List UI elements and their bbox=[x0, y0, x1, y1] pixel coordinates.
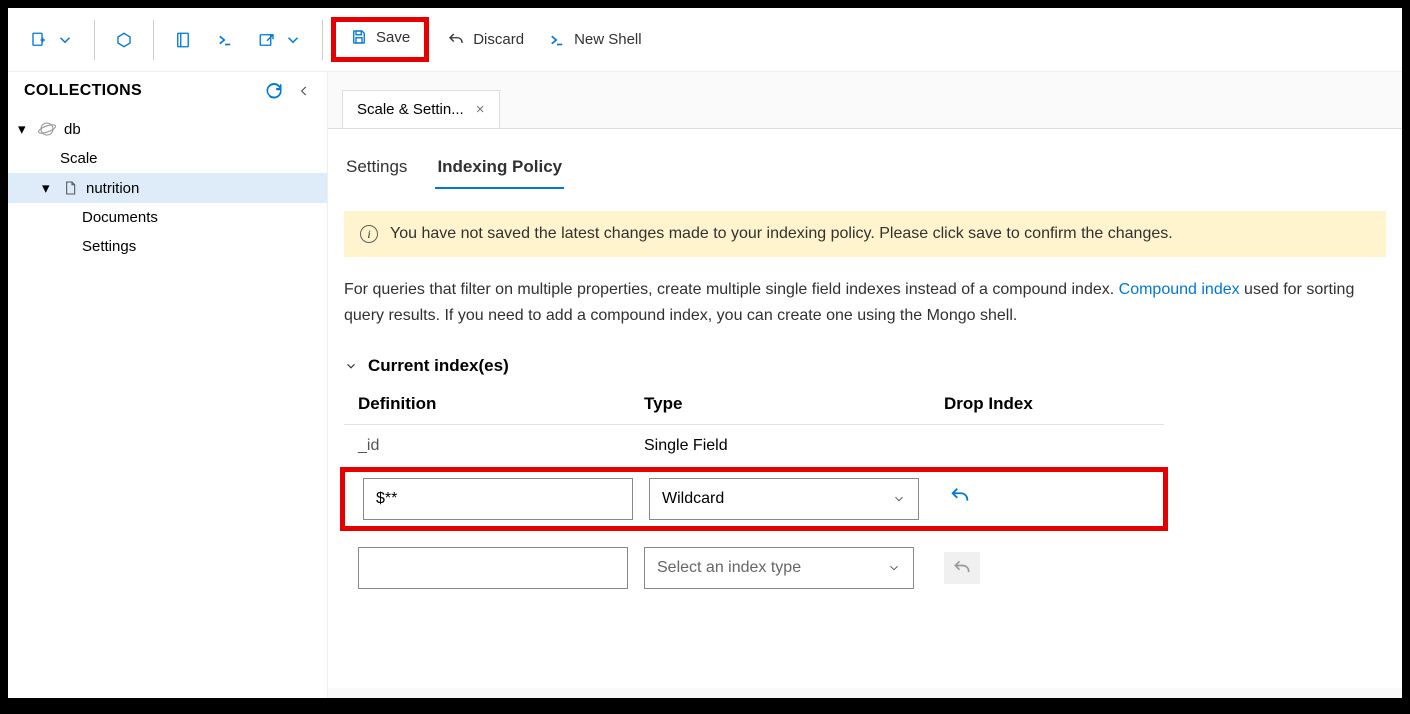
type-select-placeholder: Select an index type bbox=[657, 559, 801, 577]
tab-label: Scale & Settin... bbox=[357, 101, 464, 118]
header-drop: Drop Index bbox=[944, 394, 1164, 414]
chevron-down-icon bbox=[56, 31, 74, 49]
cell-type: Single Field bbox=[644, 437, 944, 455]
sidebar-title: COLLECTIONS bbox=[24, 82, 142, 100]
drop-index-button[interactable] bbox=[949, 490, 971, 512]
tree-scale-row[interactable]: Scale bbox=[8, 144, 327, 173]
index-table: Definition Type Drop Index _id Single Fi… bbox=[344, 394, 1164, 601]
cell-definition: _id bbox=[344, 437, 644, 455]
toolbar: Save Discard New Shell bbox=[8, 8, 1402, 72]
tree-collection-row[interactable]: ▾ nutrition bbox=[8, 173, 327, 203]
collection-icon bbox=[62, 180, 78, 196]
sidebar: COLLECTIONS ▾ db Scale ▾ nutr bbox=[8, 72, 328, 698]
save-label: Save bbox=[376, 29, 410, 46]
tree-db-label: db bbox=[64, 121, 81, 138]
open-icon bbox=[258, 31, 276, 49]
discard-button[interactable]: Discard bbox=[435, 23, 536, 57]
tree-settings-row[interactable]: Settings bbox=[8, 232, 327, 261]
new-item-dropdown[interactable] bbox=[18, 23, 86, 57]
chevron-down-icon bbox=[892, 492, 906, 506]
chevron-down-icon bbox=[887, 561, 901, 575]
open-dropdown[interactable] bbox=[246, 23, 314, 57]
section-title: Current index(es) bbox=[368, 356, 509, 376]
info-icon: i bbox=[360, 225, 378, 243]
shell-button[interactable] bbox=[204, 23, 246, 57]
new-shell-button[interactable]: New Shell bbox=[536, 23, 654, 57]
undo-icon bbox=[949, 485, 971, 507]
tree-scale-label: Scale bbox=[60, 150, 98, 167]
tree-documents-label: Documents bbox=[82, 209, 158, 226]
notebook-icon bbox=[174, 31, 192, 49]
banner-text: You have not saved the latest changes ma… bbox=[390, 225, 1173, 243]
type-select[interactable]: Wildcard bbox=[649, 478, 919, 520]
description-paragraph: For queries that filter on multiple prop… bbox=[344, 277, 1386, 328]
main-panel: Scale & Settin... × Settings Indexing Po… bbox=[328, 72, 1402, 698]
tab-close-button[interactable]: × bbox=[476, 101, 485, 118]
save-button[interactable]: Save bbox=[350, 28, 410, 46]
new-item-icon bbox=[30, 31, 48, 49]
drop-index-button-disabled bbox=[944, 552, 980, 584]
save-icon bbox=[350, 28, 368, 46]
separator bbox=[153, 20, 154, 60]
tree-documents-row[interactable]: Documents bbox=[8, 203, 327, 232]
unsaved-changes-banner: i You have not saved the latest changes … bbox=[344, 211, 1386, 257]
table-header: Definition Type Drop Index bbox=[344, 394, 1164, 425]
table-row: Select an index type bbox=[344, 531, 1164, 601]
type-select-value: Wildcard bbox=[662, 490, 724, 508]
definition-input[interactable] bbox=[358, 547, 628, 589]
tree-db-row[interactable]: ▾ db bbox=[8, 114, 327, 144]
type-select[interactable]: Select an index type bbox=[644, 547, 914, 589]
prompt-icon bbox=[548, 31, 566, 49]
notebook-button[interactable] bbox=[162, 23, 204, 57]
tree: ▾ db Scale ▾ nutrition Documents Setting… bbox=[8, 110, 327, 265]
collapse-icon[interactable] bbox=[297, 82, 311, 100]
undo-icon bbox=[447, 31, 465, 49]
description-prefix: For queries that filter on multiple prop… bbox=[344, 281, 1119, 298]
chevron-down-icon bbox=[344, 359, 358, 373]
separator bbox=[94, 20, 95, 60]
save-highlight-box: Save bbox=[331, 17, 429, 62]
refresh-icon[interactable] bbox=[265, 82, 283, 100]
prompt-icon bbox=[216, 31, 234, 49]
separator bbox=[322, 20, 323, 60]
undo-icon bbox=[952, 558, 972, 578]
header-definition: Definition bbox=[344, 394, 644, 414]
tree-settings-label: Settings bbox=[82, 238, 136, 255]
current-indexes-header[interactable]: Current index(es) bbox=[344, 356, 1386, 376]
compound-index-link[interactable]: Compound index bbox=[1119, 281, 1240, 298]
subtab-indexing-policy[interactable]: Indexing Policy bbox=[435, 151, 564, 189]
chevron-down-icon bbox=[284, 31, 302, 49]
hexagon-icon bbox=[115, 31, 133, 49]
table-row: _id Single Field bbox=[344, 425, 1164, 467]
tab-scale-settings[interactable]: Scale & Settin... × bbox=[342, 90, 500, 128]
new-shell-label: New Shell bbox=[574, 31, 642, 48]
table-row-highlighted: Wildcard bbox=[340, 467, 1168, 531]
database-icon bbox=[38, 120, 56, 138]
header-type: Type bbox=[644, 394, 944, 414]
discard-label: Discard bbox=[473, 31, 524, 48]
definition-input[interactable] bbox=[363, 478, 633, 520]
hexagon-button[interactable] bbox=[103, 23, 145, 57]
tree-collection-label: nutrition bbox=[86, 180, 139, 197]
subtab-settings[interactable]: Settings bbox=[344, 151, 409, 189]
